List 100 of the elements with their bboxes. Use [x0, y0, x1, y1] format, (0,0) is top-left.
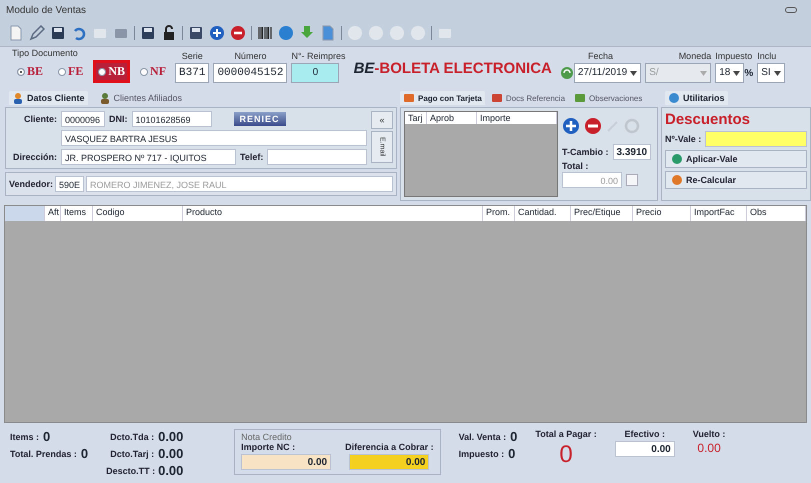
- included-dropdown[interactable]: SI: [757, 63, 785, 83]
- column-header[interactable]: ImportFac: [691, 206, 747, 221]
- payment-tab[interactable]: Observaciones: [571, 91, 646, 105]
- remove-icon[interactable]: [584, 117, 602, 135]
- items-value: 0: [43, 429, 50, 444]
- total-discount-label: Descto.TT :: [106, 466, 154, 476]
- document-type-radio[interactable]: NB: [93, 60, 130, 83]
- refresh-icon[interactable]: [560, 66, 574, 80]
- serie-label: Serie: [180, 51, 204, 61]
- difference-label: Diferencia a Cobrar :: [345, 442, 434, 452]
- tax-dropdown[interactable]: 18: [715, 63, 744, 83]
- save-icon[interactable]: [50, 25, 66, 41]
- cash-field[interactable]: 0.00: [614, 441, 675, 457]
- total-garments-label: Total. Prendas :: [10, 448, 77, 458]
- column-header[interactable]: Obs: [747, 206, 806, 221]
- exchange-rate-label: T-Cambio :: [562, 147, 608, 157]
- download-icon[interactable]: [299, 25, 315, 41]
- customer-tab[interactable]: Clientes Afiliados: [96, 91, 186, 105]
- difference-field[interactable]: 0.00: [349, 454, 430, 470]
- lock-icon[interactable]: [161, 25, 177, 41]
- caret-icon[interactable]: [630, 70, 638, 76]
- total-label: Total :: [562, 161, 590, 171]
- number-field[interactable]: 0000045152: [213, 63, 288, 83]
- cash-label: Efectivo :: [624, 429, 665, 439]
- column-header[interactable]: Items: [61, 206, 93, 221]
- person-icon: [12, 92, 24, 104]
- phone-field[interactable]: [267, 149, 367, 165]
- minimize-icon[interactable]: [785, 7, 797, 13]
- document-type-radio[interactable]: FE: [53, 60, 88, 83]
- remove-icon[interactable]: [230, 25, 246, 41]
- reprint-label: N°- Reimpres: [291, 51, 346, 61]
- window-title: Modulo de Ventas: [6, 4, 86, 16]
- recalculate-button[interactable]: Re-Calcular: [665, 171, 807, 189]
- voucher-label: Nº-Vale :: [665, 134, 702, 144]
- new-document-icon[interactable]: [8, 25, 24, 41]
- tax-total-label: Impuesto :: [458, 448, 504, 458]
- customer-name-field[interactable]: VASQUEZ BARTRA JESUS: [61, 130, 367, 146]
- percent-sign: %: [744, 68, 754, 78]
- total-due-label: Total a Pagar :: [535, 429, 597, 439]
- column-header[interactable]: Tarj: [405, 112, 427, 124]
- dni-field[interactable]: 10101628569: [132, 111, 212, 127]
- total-field: 0.00: [562, 172, 622, 188]
- collapse-button[interactable]: «: [371, 111, 393, 129]
- barcode-icon[interactable]: [257, 25, 273, 41]
- document-type-radio[interactable]: BE: [12, 60, 48, 83]
- column-header[interactable]: Prom.: [483, 206, 515, 221]
- change-value: 0.00: [697, 441, 721, 455]
- store-discount-value: 0.00: [158, 429, 184, 444]
- customer-label: Cliente:: [22, 114, 57, 124]
- document-type-radio[interactable]: NF: [135, 60, 172, 83]
- seller-label: Vendedor:: [9, 179, 54, 189]
- column-header[interactable]: Prec/Etique: [571, 206, 633, 221]
- discounts-heading: Descuentos: [665, 111, 752, 128]
- tax-label: Impuesto: [715, 51, 754, 61]
- checkbox[interactable]: [626, 174, 638, 186]
- reniec-logo: RENIEC: [234, 112, 286, 126]
- apply-voucher-button[interactable]: Aplicar-Vale: [665, 150, 807, 168]
- total-due-value: 0: [559, 441, 573, 469]
- items-label: Items :: [10, 432, 40, 442]
- add-icon[interactable]: [209, 25, 225, 41]
- sale-value-label: Val. Venta :: [458, 432, 506, 442]
- column-header[interactable]: Aft: [45, 206, 61, 221]
- column-header[interactable]: Importe: [477, 112, 557, 124]
- column-header[interactable]: Codigo: [93, 206, 183, 221]
- column-header[interactable]: Precio: [633, 206, 691, 221]
- caret-icon[interactable]: [733, 70, 740, 76]
- undo-icon[interactable]: [71, 25, 87, 41]
- sale-value: 0: [510, 429, 518, 444]
- seller-code-field[interactable]: 590E: [55, 176, 84, 192]
- address-field[interactable]: JR. PROSPERO Nº 717 - IQUITOS: [61, 149, 236, 165]
- card-icon: [403, 92, 415, 104]
- dni-label: DNI:: [109, 114, 128, 124]
- total-discount-value: 0.00: [158, 463, 184, 478]
- number-label: Número: [233, 51, 268, 61]
- card-discount-label: Dcto.Tarj :: [109, 448, 154, 458]
- credit-note-title: Nota Credito: [241, 432, 293, 442]
- voucher-field[interactable]: [705, 131, 807, 147]
- serie-field[interactable]: B371: [175, 63, 210, 83]
- column-header[interactable]: Cantidad.: [515, 206, 571, 221]
- column-header[interactable]: Aprob: [427, 112, 477, 124]
- caret-icon[interactable]: [774, 70, 781, 76]
- store-discount-label: Dcto.Tda :: [109, 432, 154, 442]
- exchange-rate-field[interactable]: 3.3910: [612, 144, 652, 160]
- reprint-count-field[interactable]: 0: [291, 63, 340, 83]
- change-label: Vuelto :: [692, 429, 726, 439]
- document-type-label: Tipo Documento: [12, 48, 79, 58]
- payment-tab[interactable]: Docs Referencia: [488, 91, 568, 105]
- payment-tab[interactable]: Pago con Tarjeta: [400, 91, 485, 105]
- customer-tab[interactable]: Datos Cliente: [9, 91, 88, 105]
- add-icon[interactable]: [562, 117, 580, 135]
- seller-name-field: ROMERO JIMENEZ, JOSE RAUL: [86, 176, 393, 192]
- address-label: Dirección:: [12, 152, 57, 162]
- phone-label: Telef:: [240, 152, 264, 162]
- column-header[interactable]: Producto: [183, 206, 483, 221]
- tax-total-value: 0: [508, 446, 516, 461]
- customer-code-field[interactable]: 0000096: [61, 111, 105, 127]
- utilities-tab[interactable]: Utilitarios: [665, 91, 728, 105]
- total-garments-value: 0: [80, 446, 88, 461]
- credit-note-amount-field[interactable]: 0.00: [241, 454, 332, 470]
- date-picker[interactable]: 27/11/2019: [574, 63, 642, 83]
